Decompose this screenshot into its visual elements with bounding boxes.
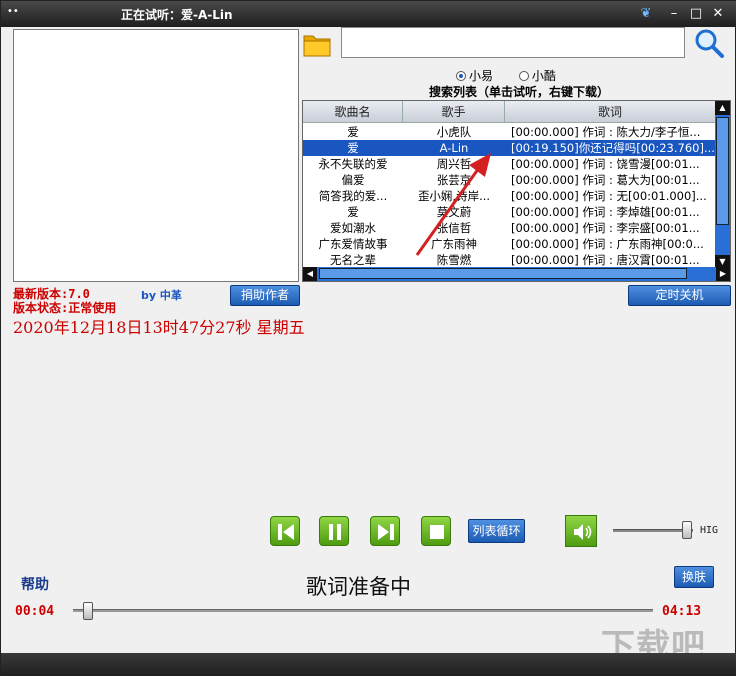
table-row[interactable]: 简答我的爱... 歪小娴,诗岸... [00:00.000] 作词 : 无[00:0… [303, 188, 716, 204]
app-icon: •• [7, 6, 19, 17]
list-rows: 爱小虎队 [00:00.000] 作词 : 陈大力/李子恒... 爱 A-Lin [0… [303, 124, 716, 268]
window-title: 正在试听：爱-A-Lin [121, 8, 233, 22]
version-label: 最新版本:7.0 [13, 287, 90, 301]
progress-knob[interactable] [83, 602, 93, 620]
donate-button[interactable]: 捐助作者 [230, 285, 300, 306]
column-header-artist[interactable]: 歌手 [403, 101, 505, 122]
stop-button[interactable] [421, 516, 451, 546]
skin-shirt-icon[interactable]: ❦ [637, 5, 655, 23]
volume-slider-track[interactable] [613, 529, 693, 532]
scroll-up-icon[interactable]: ▲ [715, 101, 730, 115]
source-radio-xiaoku[interactable]: 小酷 [518, 67, 556, 84]
scroll-right-icon[interactable]: ▶ [716, 267, 730, 281]
search-results-list[interactable]: 歌曲名 歌手 歌词 爱小虎队 [00:00.000] 作词 : 陈大力/李子恒..… [302, 100, 731, 282]
search-list-caption: 搜索列表（单击试听，右键下载） [429, 85, 610, 99]
change-skin-button[interactable]: 换肤 [674, 566, 714, 588]
search-input[interactable] [341, 27, 685, 58]
current-time: 00:04 [15, 604, 55, 619]
column-header-song[interactable]: 歌曲名 [303, 101, 403, 122]
author-label[interactable]: by 中革 [141, 287, 182, 303]
volume-slider-knob[interactable] [682, 521, 692, 539]
vertical-scrollbar[interactable]: ▲ ▼ [715, 101, 730, 269]
version-status: 版本状态:正常使用 [13, 301, 117, 315]
annotation-arrow-icon [415, 153, 491, 256]
list-header: 歌曲名 歌手 歌词 [303, 101, 716, 123]
app-window: •• 正在试听：爱-A-Lin ❦ – □ ✕ 小易 小酷 搜索列表（单击试听，… [0, 0, 736, 676]
help-link[interactable]: 帮助 [21, 574, 49, 594]
total-time: 04:13 [662, 604, 702, 619]
title-bar[interactable]: •• 正在试听：爱-A-Lin ❦ – □ ✕ [1, 1, 736, 27]
table-row-selected[interactable]: 爱 A-Lin [00:19.150]你还记得吗[00:23.760]... [303, 140, 716, 156]
source-radio-group: 小易 小酷 [456, 67, 578, 84]
table-row[interactable]: 爱莫文蔚 [00:00.000] 作词 : 李焯雄[00:01... [303, 204, 716, 220]
version-info: 最新版本:7.0 版本状态:正常使用 [13, 287, 116, 315]
maximize-button[interactable]: □ [687, 5, 705, 23]
datetime-display: 2020年12月18日13时47分27秒 星期五 [13, 318, 305, 337]
table-row[interactable]: 爱小虎队 [00:00.000] 作词 : 陈大力/李子恒... [303, 124, 716, 140]
column-header-lyric[interactable]: 歌词 [505, 101, 716, 122]
table-row[interactable]: 永不失联的爱 周兴哲 [00:00.000] 作词 : 饶雪漫[00:01... [303, 156, 716, 172]
lyric-display-panel [13, 29, 299, 282]
vertical-scroll-thumb[interactable] [716, 117, 729, 225]
table-row[interactable]: 爱如潮水 张信哲 [00:00.000] 作词 : 李宗盛[00:01... [303, 220, 716, 236]
table-row[interactable]: 偏爱 张芸京 [00:00.000] 作词 : 葛大为[00:01... [303, 172, 716, 188]
volume-level-label: HIG [700, 525, 719, 536]
close-button[interactable]: ✕ [709, 5, 727, 23]
horizontal-scroll-thumb[interactable] [319, 268, 687, 279]
volume-icon[interactable] [565, 515, 597, 547]
previous-track-button[interactable] [270, 516, 300, 546]
next-track-button[interactable] [370, 516, 400, 546]
folder-icon[interactable] [303, 31, 331, 57]
scroll-left-icon[interactable]: ◀ [303, 267, 317, 281]
source-radio-xiaoyi[interactable]: 小易 [456, 67, 493, 84]
pause-button[interactable] [319, 516, 349, 546]
progress-track[interactable] [73, 609, 653, 612]
horizontal-scrollbar[interactable]: ◀ ▶ [303, 267, 730, 281]
lyric-status-text: 歌词准备中 [306, 575, 411, 599]
timed-shutdown-button[interactable]: 定时关机 [628, 285, 731, 306]
table-row[interactable]: 广东爱情故事 广东雨神 [00:00.000] 作词 : 广东雨神[00:0... [303, 236, 716, 252]
minimize-button[interactable]: – [665, 5, 683, 23]
search-icon[interactable] [691, 27, 727, 59]
play-mode-button[interactable]: 列表循环 [468, 519, 525, 543]
status-bar [1, 653, 736, 676]
table-row[interactable]: 无名之辈 陈雪燃 [00:00.000] 作词 : 唐汉霄[00:01... [303, 252, 716, 268]
